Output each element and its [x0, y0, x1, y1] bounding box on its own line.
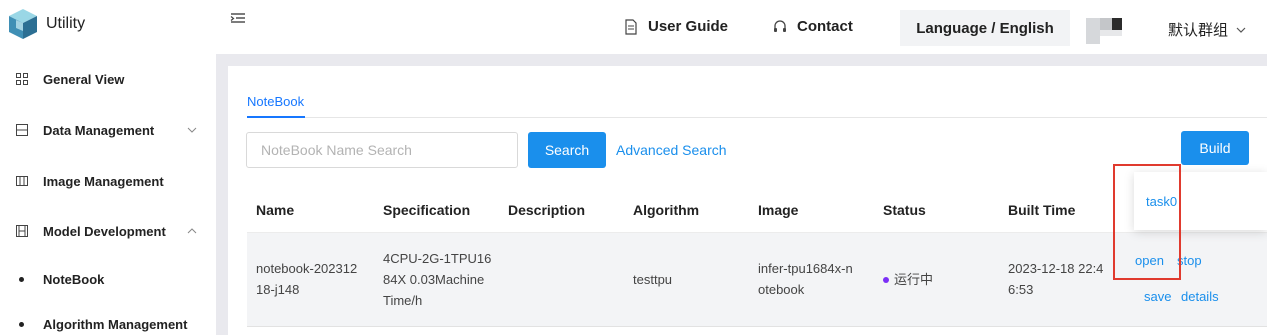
- search-button[interactable]: Search: [528, 132, 606, 168]
- cell-built-time: 2023-12-18 22:4 6:53: [1008, 261, 1104, 297]
- chevron-down-icon: [1236, 27, 1246, 33]
- column-header-specification[interactable]: Specification: [383, 202, 470, 218]
- logo[interactable]: Utility: [8, 8, 85, 40]
- sidebar-item-label: Algorithm Management: [43, 316, 188, 332]
- cell-status: 运行中: [894, 272, 934, 287]
- column-header-status[interactable]: Status: [883, 202, 926, 218]
- cell-specification: 4CPU-2G-1TPU16 84X 0.03Machine Time/h: [383, 251, 492, 308]
- app-name: Utility: [46, 15, 86, 32]
- status-dot-icon: [883, 277, 889, 283]
- document-icon: [625, 18, 637, 35]
- bullet-icon: [19, 276, 24, 282]
- app-root: Utility User Guide Contact Language / En…: [0, 0, 1267, 335]
- sidebar-item-algorithm-management[interactable]: Algorithm Management: [0, 309, 216, 335]
- advanced-search-link[interactable]: Advanced Search: [616, 142, 727, 158]
- save-link[interactable]: save: [1144, 289, 1171, 304]
- tab-notebook[interactable]: NoteBook: [247, 94, 304, 109]
- details-link[interactable]: details: [1181, 289, 1219, 304]
- chevron-down-icon: [187, 127, 197, 133]
- sidebar: General View Data Management Image Manag…: [0, 54, 216, 335]
- column-header-name[interactable]: Name: [256, 202, 294, 218]
- sidebar-item-label: General View: [43, 71, 125, 87]
- sidebar-item-image-management[interactable]: Image Management: [0, 166, 216, 196]
- build-button[interactable]: Build: [1181, 131, 1249, 165]
- cell-name: notebook-202312 18-j148: [256, 261, 358, 297]
- tab-active-indicator: [247, 116, 305, 118]
- sidebar-item-data-management[interactable]: Data Management: [0, 115, 216, 145]
- menu-collapse-icon[interactable]: [230, 12, 246, 26]
- avatar[interactable]: [1086, 18, 1122, 48]
- image-icon: [16, 176, 28, 186]
- top-bar: Utility User Guide Contact Language / En…: [0, 0, 1267, 54]
- contact-label: Contact: [797, 18, 853, 35]
- language-switch[interactable]: Language / English: [900, 10, 1070, 46]
- sidebar-item-label: Image Management: [43, 173, 164, 189]
- notebook-search-input[interactable]: [246, 132, 518, 168]
- sidebar-item-notebook[interactable]: NoteBook: [0, 264, 216, 294]
- group-label: 默认群组: [1168, 22, 1229, 39]
- user-guide-label: User Guide: [648, 18, 729, 35]
- grid-icon: [16, 73, 28, 85]
- group-selector[interactable]: 默认群组: [1168, 19, 1246, 40]
- chevron-up-icon: [187, 228, 197, 234]
- user-guide-link[interactable]: User Guide: [624, 18, 728, 35]
- sidebar-item-label: Data Management: [43, 122, 155, 138]
- column-header-image[interactable]: Image: [758, 202, 798, 218]
- cell-algorithm: testtpu: [633, 272, 673, 287]
- cell-image: infer-tpu1684x-n otebook: [758, 261, 853, 297]
- column-header-algorithm[interactable]: Algorithm: [633, 202, 699, 218]
- annotation-highlight-box: [1113, 164, 1181, 280]
- film-icon: [16, 225, 28, 237]
- sidebar-item-general-view[interactable]: General View: [0, 64, 216, 94]
- sidebar-item-model-development[interactable]: Model Development: [0, 216, 216, 246]
- bullet-icon: [19, 321, 24, 327]
- database-icon: [16, 124, 28, 136]
- contact-link[interactable]: Contact: [773, 18, 853, 35]
- column-header-built-time[interactable]: Built Time: [1008, 202, 1075, 218]
- tab-divider: [247, 117, 1267, 118]
- sidebar-item-label: NoteBook: [43, 271, 105, 287]
- headset-icon: [774, 19, 786, 32]
- sidebar-item-label: Model Development: [43, 223, 166, 239]
- logo-cube-icon: [9, 9, 37, 39]
- column-header-description[interactable]: Description: [508, 202, 585, 218]
